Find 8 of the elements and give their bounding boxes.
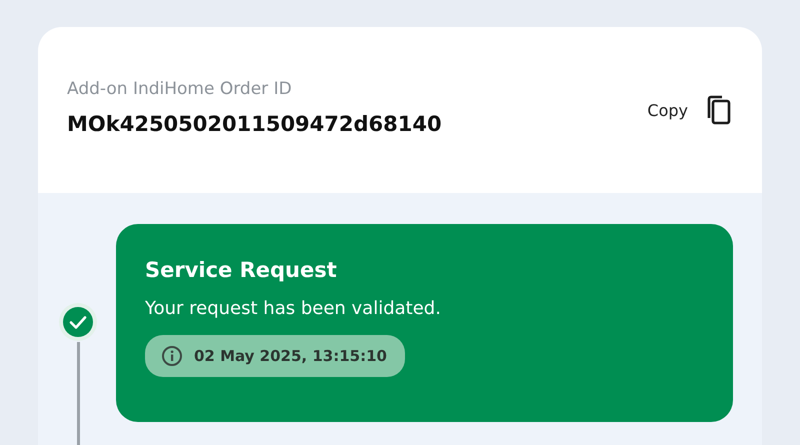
step-description: Your request has been validated. (145, 298, 442, 319)
step-title: Service Request (145, 258, 338, 282)
copy-icon (706, 94, 732, 126)
order-id-label: Add-on IndiHome Order ID (67, 78, 293, 98)
copy-button[interactable]: Copy (647, 94, 732, 126)
info-icon (161, 345, 183, 367)
order-id: MOk4250502011509472d68140 (67, 110, 443, 138)
timestamp: 02 May 2025, 13:15:10 (194, 347, 387, 365)
